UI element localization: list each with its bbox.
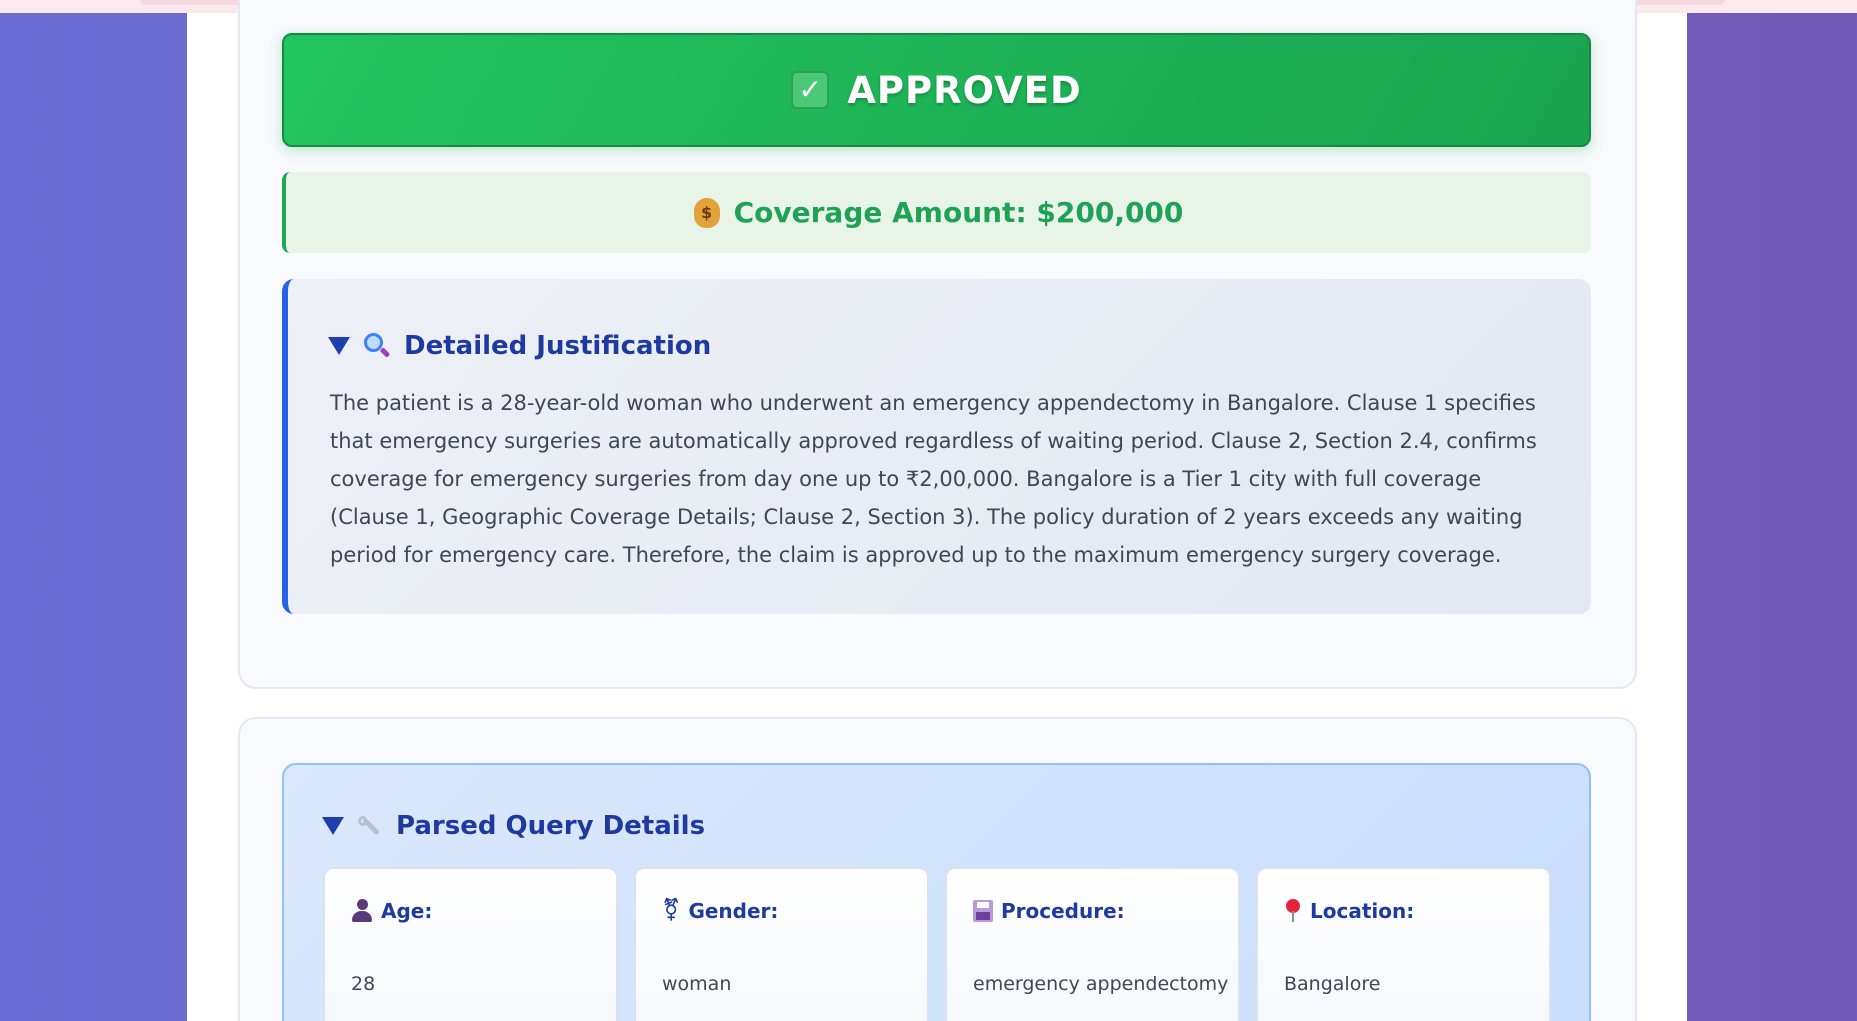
field-label-row: Procedure:	[973, 899, 1125, 923]
parsed-query-toggle[interactable]: Parsed Query Details	[322, 811, 705, 841]
field-label-row: ⚧ Gender:	[662, 899, 778, 923]
field-label-row: Age:	[351, 899, 432, 923]
field-value-location: Bangalore	[1284, 973, 1381, 995]
justification-title: Detailed Justification	[404, 331, 712, 361]
field-label-gender: Gender:	[688, 899, 779, 923]
justification-body: The patient is a 28-year-old woman who u…	[330, 391, 1537, 567]
field-label-row: Location:	[1284, 899, 1414, 923]
field-value-gender: woman	[662, 973, 732, 995]
decision-status: APPROVED	[847, 68, 1082, 112]
justification-toggle[interactable]: Detailed Justification	[328, 331, 711, 361]
triangle-down-icon[interactable]	[322, 817, 344, 835]
triangle-down-icon[interactable]	[328, 337, 350, 355]
field-value-age: 28	[351, 973, 376, 995]
field-card-procedure: Procedure: emergency appendectomy	[945, 867, 1240, 1021]
person-icon	[351, 899, 373, 923]
coverage-amount-text: Coverage Amount: $200,000	[733, 196, 1184, 229]
decision-banner: ✓ APPROVED	[282, 33, 1591, 147]
field-card-age: Age: 28	[323, 867, 618, 1021]
justification-panel: Detailed Justification The patient is a …	[282, 279, 1591, 614]
field-label-location: Location:	[1310, 899, 1415, 923]
wrench-icon	[358, 814, 382, 838]
parsed-query-title: Parsed Query Details	[396, 811, 706, 841]
money-bag-icon: $	[693, 197, 720, 228]
field-label-procedure: Procedure:	[1001, 899, 1125, 923]
field-card-gender: ⚧ Gender: woman	[634, 867, 929, 1021]
field-value-procedure: emergency appendectomy	[973, 973, 1229, 995]
magnifier-icon	[364, 333, 391, 359]
field-label-age: Age:	[381, 899, 433, 923]
pin-icon	[1284, 899, 1302, 923]
check-box-icon: ✓	[791, 71, 830, 109]
floppy-disk-icon	[973, 900, 993, 922]
field-card-location: Location: Bangalore	[1256, 867, 1551, 1021]
gender-icon: ⚧	[662, 898, 681, 923]
coverage-amount-box: $ Coverage Amount: $200,000	[282, 172, 1591, 253]
